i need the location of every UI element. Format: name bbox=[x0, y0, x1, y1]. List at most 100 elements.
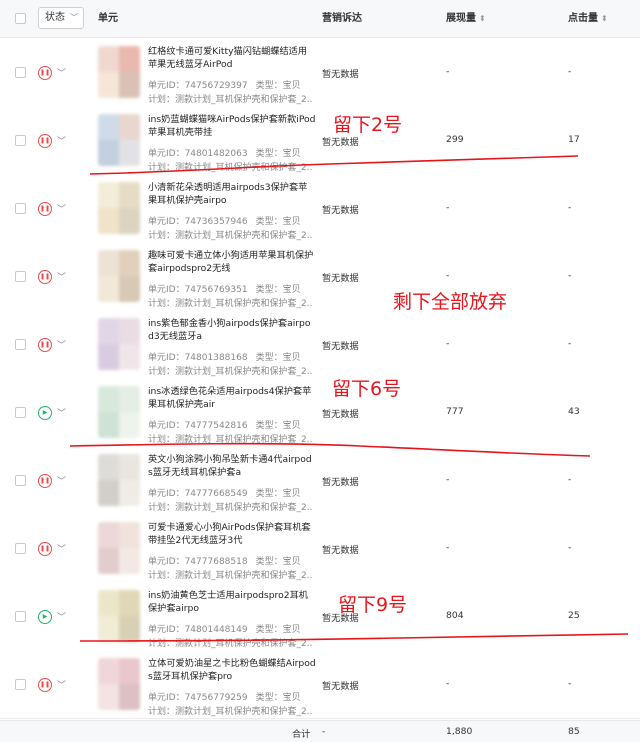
marketing-column-header: 营销诉达 bbox=[322, 13, 362, 24]
impressions-value: 804 bbox=[446, 610, 464, 621]
unit-type: 类型：宝贝 bbox=[255, 421, 301, 431]
pause-circle-icon[interactable]: ❚❚ bbox=[38, 134, 52, 148]
row-checkbox[interactable] bbox=[15, 135, 26, 146]
unit-type: 类型：宝贝 bbox=[255, 557, 301, 567]
impressions-value: - bbox=[446, 678, 450, 689]
table-row[interactable]: ❚❚ ﹀ 英文小狗涂鸦小狗吊坠新卡通4代airpods蓝牙无线耳机保护套a 单元ID：… bbox=[0, 446, 640, 515]
pause-circle-icon[interactable]: ❚❚ bbox=[38, 338, 52, 352]
row-checkbox[interactable] bbox=[15, 475, 26, 486]
play-circle-icon[interactable]: ▶ bbox=[38, 406, 52, 420]
impressions-header-label: 展现量 bbox=[446, 13, 476, 24]
unit-type: 类型：宝贝 bbox=[255, 625, 301, 635]
row-checkbox[interactable] bbox=[15, 679, 26, 690]
unit-meta-line: 单元ID：74777542816 类型：宝贝 bbox=[148, 418, 301, 431]
unit-title[interactable]: ins奶油黄色芝士适用airpodspro2耳机保护套airpo bbox=[148, 589, 316, 615]
row-checkbox[interactable] bbox=[15, 407, 26, 418]
product-thumbnail bbox=[98, 658, 140, 710]
table-row[interactable]: ❚❚ ﹀ ins奶蓝蝴蝶猫咪AirPods保护套新款iPod苹果耳机壳带挂 单元ID：… bbox=[0, 106, 640, 175]
chevron-down-icon[interactable]: ﹀ bbox=[57, 610, 66, 623]
unit-title[interactable]: 英文小狗涂鸦小狗吊坠新卡通4代airpods蓝牙无线耳机保护套a bbox=[148, 453, 316, 479]
unit-id: 单元ID：74777542816 bbox=[148, 421, 248, 431]
unit-plan: 计划：测款计划_耳机保护壳和保护套_2... bbox=[148, 639, 312, 649]
unit-title[interactable]: ins奶蓝蝴蝶猫咪AirPods保护套新款iPod苹果耳机壳带挂 bbox=[148, 113, 316, 139]
unit-meta-line: 单元ID：74756779259 类型：宝贝 bbox=[148, 690, 301, 703]
play-circle-icon[interactable]: ▶ bbox=[38, 610, 52, 624]
chevron-down-icon[interactable]: ﹀ bbox=[57, 134, 66, 147]
product-thumbnail bbox=[98, 386, 140, 438]
pause-glyph: ❚❚ bbox=[39, 273, 51, 280]
table-row[interactable]: ❚❚ ﹀ 可爱卡通爱心小狗AirPods保护套耳机套带挂坠2代无线蓝牙3代单元ID：… bbox=[0, 514, 640, 583]
clicks-value: 17 bbox=[568, 134, 580, 145]
chevron-down-icon: ﹀ bbox=[70, 13, 78, 22]
unit-id: 单元ID：74777688518 bbox=[148, 557, 248, 567]
table-row[interactable]: ❚❚ ﹀ 立体可爱奶油星之卡比粉色蝴蝶结Airpods蓝牙耳机保护套pro 单元ID：… bbox=[0, 650, 640, 719]
chevron-down-icon[interactable]: ﹀ bbox=[57, 66, 66, 79]
pause-glyph: ❚❚ bbox=[39, 137, 51, 144]
pause-circle-icon[interactable]: ❚❚ bbox=[38, 202, 52, 216]
unit-meta-line: 单元ID：74736357946 类型：宝贝 bbox=[148, 214, 301, 227]
chevron-down-icon[interactable]: ﹀ bbox=[57, 678, 66, 691]
select-all-checkbox[interactable] bbox=[15, 13, 26, 24]
row-checkbox[interactable] bbox=[15, 203, 26, 214]
marketing-value: 暂无数据 bbox=[322, 409, 359, 420]
table-row[interactable]: ❚❚ ﹀ 小清新花朵透明适用airpods3保护套苹果耳机保护壳airpo 单元ID：… bbox=[0, 174, 640, 243]
unit-plan: 计划：测款计划_耳机保护壳和保护套_2... bbox=[148, 435, 312, 445]
table-row[interactable]: ❚❚ ﹀ 趣味可爱卡通立体小狗适用苹果耳机保护套airpodspro2无线 单元ID：… bbox=[0, 242, 640, 311]
chevron-down-icon[interactable]: ﹀ bbox=[57, 542, 66, 555]
table-row[interactable]: ▶ ﹀ ins奶油黄色芝士适用airpodspro2耳机保护套airpo 单元ID：7… bbox=[0, 582, 640, 651]
marketing-value: 暂无数据 bbox=[322, 341, 359, 352]
marketing-value: 暂无数据 bbox=[322, 613, 359, 624]
chevron-down-icon[interactable]: ﹀ bbox=[57, 202, 66, 215]
clicks-value: - bbox=[568, 542, 572, 553]
pause-circle-icon[interactable]: ❚❚ bbox=[38, 66, 52, 80]
row-checkbox[interactable] bbox=[15, 543, 26, 554]
impressions-value: - bbox=[446, 338, 450, 349]
marketing-value: 暂无数据 bbox=[322, 681, 359, 692]
row-checkbox[interactable] bbox=[15, 611, 26, 622]
sort-icon[interactable]: ⬍ bbox=[601, 14, 608, 23]
unit-type: 类型：宝贝 bbox=[255, 217, 301, 227]
table-row[interactable]: ❚❚ ﹀ 红格纹卡通可爱Kitty猫闪钻蝴蝶结适用苹果无线蓝牙AirPod 单元ID：… bbox=[0, 38, 640, 107]
unit-title[interactable]: ins冰透绿色花朵适用airpods4保护套苹果耳机保护壳air bbox=[148, 385, 316, 411]
pause-circle-icon[interactable]: ❚❚ bbox=[38, 474, 52, 488]
chevron-down-icon[interactable]: ﹀ bbox=[57, 338, 66, 351]
unit-meta-line: 单元ID：74777688518 类型：宝贝 bbox=[148, 554, 301, 567]
clicks-value: 43 bbox=[568, 406, 580, 417]
sort-icon[interactable]: ⬍ bbox=[479, 14, 486, 23]
unit-id: 单元ID：74756779259 bbox=[148, 693, 248, 703]
chevron-down-icon[interactable]: ﹀ bbox=[57, 270, 66, 283]
product-thumbnail bbox=[98, 182, 140, 234]
clicks-value: 25 bbox=[568, 610, 580, 621]
total-impressions: 1,880 bbox=[446, 726, 473, 737]
table-row[interactable]: ❚❚ ﹀ ins紫色郁金香小狗airpods保护套airpod3无线蓝牙a 单元ID：… bbox=[0, 310, 640, 379]
unit-title[interactable]: 红格纹卡通可爱Kitty猫闪钻蝴蝶结适用苹果无线蓝牙AirPod bbox=[148, 45, 316, 71]
product-thumbnail bbox=[98, 46, 140, 98]
pause-circle-icon[interactable]: ❚❚ bbox=[38, 270, 52, 284]
status-filter-select[interactable]: 状态 ﹀ bbox=[38, 7, 84, 29]
pause-glyph: ❚❚ bbox=[39, 341, 51, 348]
unit-title[interactable]: 趣味可爱卡通立体小狗适用苹果耳机保护套airpodspro2无线 bbox=[148, 249, 316, 275]
chevron-down-icon[interactable]: ﹀ bbox=[57, 474, 66, 487]
pause-circle-icon[interactable]: ❚❚ bbox=[38, 542, 52, 556]
unit-title[interactable]: 立体可爱奶油星之卡比粉色蝴蝶结Airpods蓝牙耳机保护套pro bbox=[148, 657, 316, 683]
pause-circle-icon[interactable]: ❚❚ bbox=[38, 678, 52, 692]
impressions-column-header[interactable]: 展现量 ⬍ bbox=[446, 0, 486, 37]
product-thumbnail bbox=[98, 522, 140, 574]
unit-title[interactable]: 可爱卡通爱心小狗AirPods保护套耳机套带挂坠2代无线蓝牙3代 bbox=[148, 521, 316, 547]
table-row[interactable]: ▶ ﹀ ins冰透绿色花朵适用airpods4保护套苹果耳机保护壳air 单元ID：7… bbox=[0, 378, 640, 447]
unit-id: 单元ID：74736357946 bbox=[148, 217, 248, 227]
unit-plan: 计划：测款计划_耳机保护壳和保护套_2... bbox=[148, 707, 312, 717]
unit-title[interactable]: ins紫色郁金香小狗airpods保护套airpod3无线蓝牙a bbox=[148, 317, 316, 343]
impressions-value: - bbox=[446, 202, 450, 213]
marketing-value: 暂无数据 bbox=[322, 477, 359, 488]
total-label: 合计 bbox=[292, 729, 311, 740]
clicks-value: - bbox=[568, 338, 572, 349]
row-checkbox[interactable] bbox=[15, 339, 26, 350]
unit-id: 单元ID：74801448149 bbox=[148, 625, 248, 635]
row-checkbox[interactable] bbox=[15, 271, 26, 282]
chevron-down-icon[interactable]: ﹀ bbox=[57, 406, 66, 419]
row-checkbox[interactable] bbox=[15, 67, 26, 78]
impressions-value: - bbox=[446, 474, 450, 485]
unit-title[interactable]: 小清新花朵透明适用airpods3保护套苹果耳机保护壳airpo bbox=[148, 181, 316, 207]
clicks-column-header[interactable]: 点击量 ⬍ bbox=[568, 0, 608, 37]
